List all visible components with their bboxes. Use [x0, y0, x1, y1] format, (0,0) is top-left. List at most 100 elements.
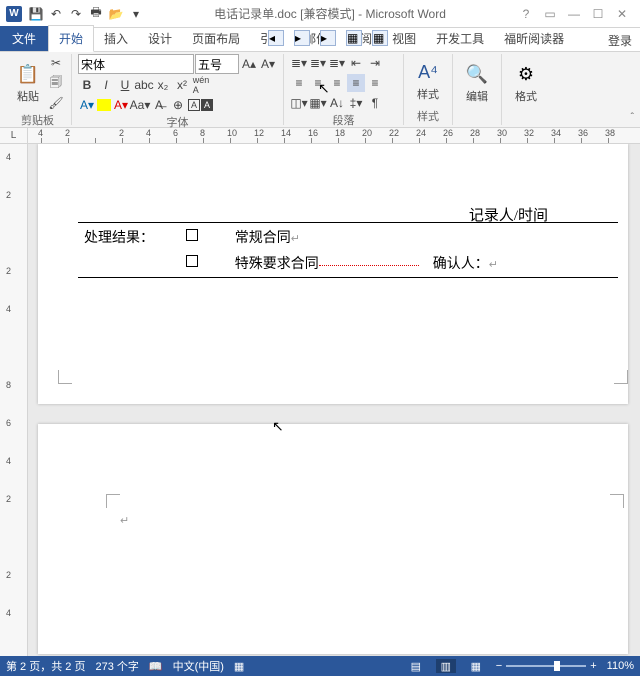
sort-button[interactable]: A↓	[328, 94, 346, 112]
cut-button[interactable]: ✂	[47, 54, 65, 72]
horizontal-ruler[interactable]: 422468101214161820222426283032343638	[28, 128, 640, 144]
bold-button[interactable]: B	[78, 76, 96, 94]
document-area[interactable]: 记录人/时间 处理结果： 常规合同↵ 特殊要求合同 确认人：↵ ↵	[28, 144, 640, 656]
page-corner-icon	[614, 370, 628, 384]
overlay-quick-icons: ◂ ▸ ▸ ▦ ▦	[268, 30, 388, 46]
group-paragraph: ≣▾ ≣▾ ≣▾ ⇤ ⇥ ≡ ≡ ≡ ≡ ≡ ◫▾ ▦▾ A↓ ‡▾ ¶ 段落	[284, 54, 404, 125]
web-layout-button[interactable]: ▦	[466, 659, 486, 673]
paste-button[interactable]: 📋 粘贴	[10, 60, 46, 106]
option-regular: 常规合同↵	[231, 225, 616, 249]
justify-button[interactable]: ≡	[347, 74, 365, 92]
bullets-button[interactable]: ≣▾	[290, 54, 308, 72]
styles-label: 样式	[417, 86, 439, 102]
clear-formatting-button[interactable]: A̶	[150, 96, 168, 114]
result-label: 处理结果：	[80, 225, 170, 249]
align-right-button[interactable]: ≡	[328, 74, 346, 92]
collapse-ribbon-icon[interactable]: ˆ	[631, 112, 634, 123]
qat-redo[interactable]: ↷	[66, 4, 86, 24]
shading-button[interactable]: ◫▾	[290, 94, 308, 112]
close-button[interactable]: ✕	[610, 4, 634, 24]
vertical-ruler[interactable]: 4224864224	[0, 144, 28, 656]
styles-icon: A⁴	[414, 60, 442, 84]
decrease-indent-button[interactable]: ⇤	[347, 54, 365, 72]
font-name-combo[interactable]	[78, 54, 194, 74]
zoom-in-button[interactable]: +	[590, 660, 596, 672]
help-button[interactable]: ?	[514, 4, 538, 24]
status-language[interactable]: 中文(中国)	[173, 658, 224, 674]
paragraph-mark-icon: ↵	[120, 514, 129, 527]
tab-design[interactable]: 设计	[138, 26, 182, 51]
font-color-button[interactable]: A▾	[112, 96, 130, 114]
tab-view[interactable]: 视图	[382, 26, 426, 51]
multilevel-button[interactable]: ≣▾	[328, 54, 346, 72]
qat-customize[interactable]: ▾	[126, 4, 146, 24]
change-case-button[interactable]: Aa▾	[131, 96, 149, 114]
tab-home[interactable]: 开始	[48, 25, 94, 52]
zoom-out-button[interactable]: −	[496, 660, 502, 672]
strikethrough-button[interactable]: abc	[135, 76, 153, 94]
tab-insert[interactable]: 插入	[94, 26, 138, 51]
phonetic-button[interactable]: wénA	[192, 76, 210, 94]
distribute-button[interactable]: ≡	[366, 74, 384, 92]
grow-font-icon[interactable]: A▴	[240, 55, 258, 73]
numbering-button[interactable]: ≣▾	[309, 54, 327, 72]
editing-button[interactable]: 🔍 编辑	[459, 60, 495, 106]
italic-button[interactable]: I	[97, 76, 115, 94]
overlay-icon: ◂	[268, 30, 284, 46]
find-icon: 🔍	[463, 62, 491, 86]
zoom-thumb[interactable]	[554, 661, 560, 671]
macro-icon[interactable]: ▦	[234, 660, 244, 673]
format-button[interactable]: ⚙ 格式	[508, 60, 544, 106]
status-page[interactable]: 第 2 页，共 2 页	[6, 658, 85, 674]
font-size-combo[interactable]	[195, 54, 239, 74]
read-mode-button[interactable]: ▤	[406, 659, 426, 673]
ribbon-display-options[interactable]: ▭	[538, 4, 562, 24]
line-spacing-button[interactable]: ‡▾	[347, 94, 365, 112]
proofing-icon[interactable]: 📖	[149, 660, 163, 673]
window-title: 电话记录单.doc [兼容模式] - Microsoft Word	[146, 5, 514, 22]
tab-file[interactable]: 文件	[0, 26, 48, 51]
tab-developer[interactable]: 开发工具	[426, 26, 494, 51]
zoom-track[interactable]	[506, 665, 586, 667]
qat-undo[interactable]: ↶	[46, 4, 66, 24]
borders-button[interactable]: ▦▾	[309, 94, 327, 112]
char-shading-button[interactable]: A	[201, 99, 213, 111]
char-border-button[interactable]: A	[188, 99, 200, 111]
minimize-button[interactable]: —	[562, 4, 586, 24]
superscript-button[interactable]: x²	[173, 76, 191, 94]
copy-button[interactable]: 🗐	[47, 74, 65, 92]
underline-button[interactable]: U	[116, 76, 134, 94]
tab-foxit[interactable]: 福昕阅读器	[494, 26, 574, 51]
shrink-font-icon[interactable]: A▾	[259, 55, 277, 73]
text-effects-button[interactable]: A▾	[78, 96, 96, 114]
zoom-slider[interactable]: − +	[496, 660, 597, 672]
qat-open[interactable]: 📂	[106, 4, 126, 24]
styles-button[interactable]: A⁴ 样式	[410, 58, 446, 104]
page-corner-icon	[106, 494, 120, 508]
status-word-count[interactable]: 273 个字	[95, 658, 138, 674]
checkbox-icon[interactable]	[186, 255, 198, 267]
checkbox-icon[interactable]	[186, 229, 198, 241]
enclose-char-button[interactable]: ⊕	[169, 96, 187, 114]
ruler-corner[interactable]: L	[0, 128, 28, 144]
tab-layout[interactable]: 页面布局	[182, 26, 250, 51]
maximize-button[interactable]: ☐	[586, 4, 610, 24]
group-format: ⚙ 格式	[502, 54, 550, 125]
subscript-button[interactable]: x₂	[154, 76, 172, 94]
align-left-button[interactable]: ≡	[290, 74, 308, 92]
highlight-button[interactable]	[97, 99, 111, 111]
show-marks-button[interactable]: ¶	[366, 94, 384, 112]
qat-print-preview[interactable]: 🖶	[86, 4, 106, 24]
page-1: 记录人/时间 处理结果： 常规合同↵ 特殊要求合同 确认人：↵	[38, 144, 628, 404]
qat-save[interactable]: 💾	[26, 4, 46, 24]
increase-indent-button[interactable]: ⇥	[366, 54, 384, 72]
spelling-underline	[319, 264, 419, 266]
login-link[interactable]: 登录	[608, 32, 632, 49]
format-painter-button[interactable]: 🖌	[47, 94, 65, 112]
result-table: 处理结果： 常规合同↵ 特殊要求合同 确认人：↵	[78, 222, 618, 278]
group-label-styles: 样式	[410, 108, 446, 125]
zoom-level[interactable]: 110%	[607, 660, 634, 672]
align-center-button[interactable]: ≡	[309, 74, 327, 92]
print-layout-button[interactable]: ▥	[436, 659, 456, 673]
paste-label: 粘贴	[17, 88, 39, 104]
